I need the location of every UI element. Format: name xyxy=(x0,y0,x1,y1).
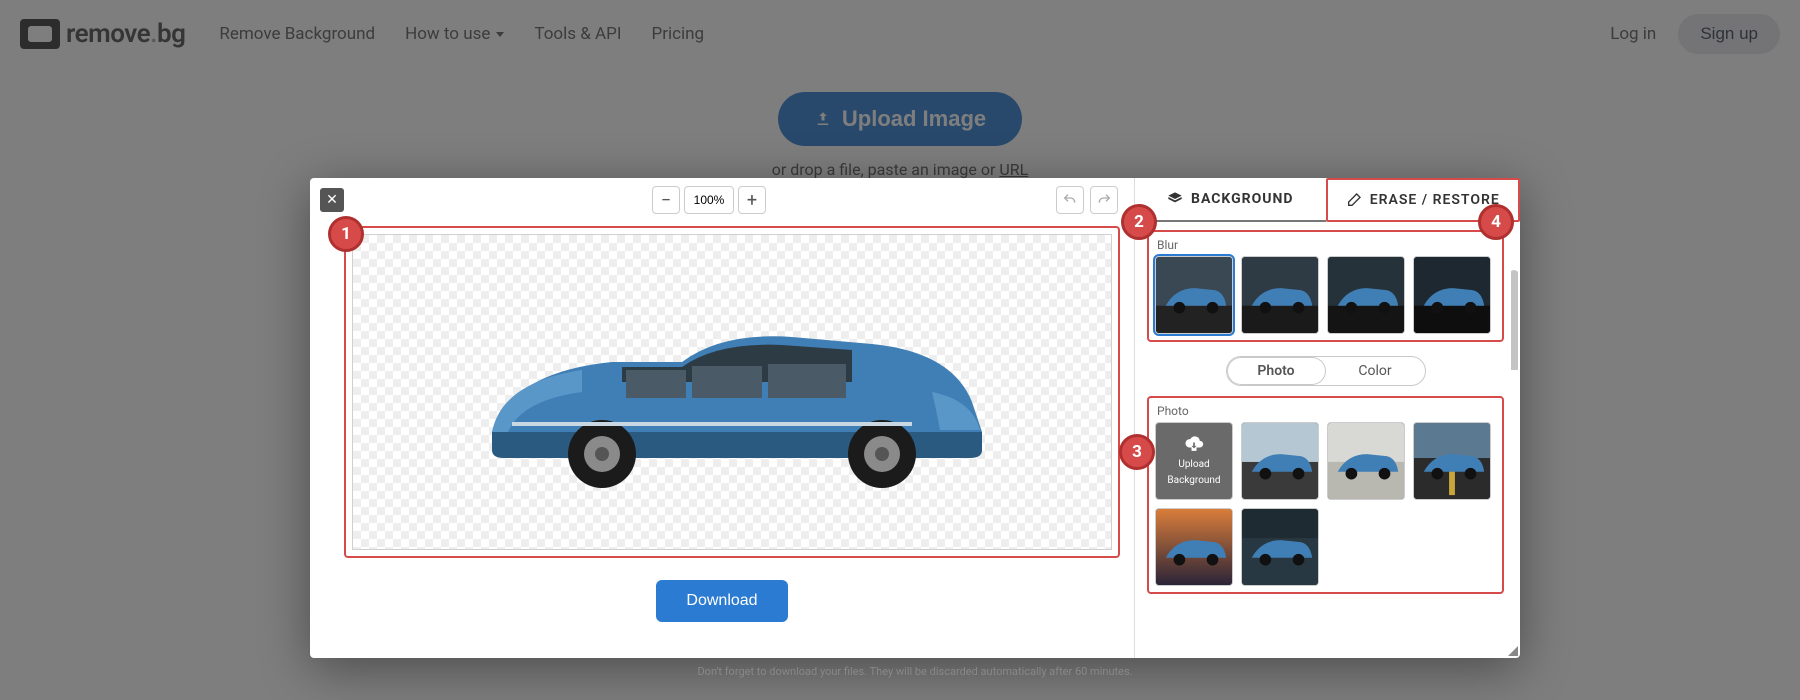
blur-thumb-1[interactable] xyxy=(1155,256,1233,334)
blur-thumbs xyxy=(1155,256,1496,334)
upload-background-thumb[interactable]: Upload Background xyxy=(1155,422,1233,500)
blur-thumb-4[interactable] xyxy=(1413,256,1491,334)
upload-cloud-icon xyxy=(1184,435,1204,455)
annotation-marker-1: 1 xyxy=(328,216,364,252)
annotation-marker-2: 2 xyxy=(1121,204,1157,240)
bg-type-segment: Photo Color xyxy=(1226,356,1426,386)
photo-thumb-1[interactable] xyxy=(1241,422,1319,500)
annotation-marker-3: 3 xyxy=(1119,434,1155,470)
layers-icon xyxy=(1167,191,1183,207)
blur-label: Blur xyxy=(1157,238,1496,252)
panel-scroll: Blur Photo Color Photo xyxy=(1135,222,1520,658)
editor-toolbar: ✕ − + xyxy=(310,178,1134,222)
zoom-controls: − + xyxy=(652,186,766,214)
photo-thumbs: Upload Background xyxy=(1155,422,1496,586)
tab-erase-label: ERASE / RESTORE xyxy=(1370,192,1500,208)
photo-label: Photo xyxy=(1157,404,1496,418)
photo-thumb-3[interactable] xyxy=(1413,422,1491,500)
zoom-out-button[interactable]: − xyxy=(652,186,680,214)
tab-background[interactable]: BACKGROUND xyxy=(1135,178,1326,222)
blur-section: Blur xyxy=(1147,230,1504,342)
canvas-checkerboard xyxy=(352,234,1112,550)
minus-icon: − xyxy=(661,190,671,211)
eraser-icon xyxy=(1346,192,1362,208)
plus-icon: + xyxy=(747,190,757,211)
footer-note: Don't forget to download your files. The… xyxy=(697,665,1132,678)
blur-thumb-2[interactable] xyxy=(1241,256,1319,334)
undo-icon xyxy=(1062,192,1078,208)
photo-thumb-5[interactable] xyxy=(1241,508,1319,586)
editor-tabs: BACKGROUND ERASE / RESTORE xyxy=(1135,178,1520,222)
upload-bg-line1: Upload xyxy=(1178,459,1209,471)
photo-section: Photo Upload Background xyxy=(1147,396,1504,594)
close-icon: ✕ xyxy=(326,192,338,208)
history-controls xyxy=(1056,186,1118,214)
canvas-area[interactable] xyxy=(344,226,1120,558)
undo-button[interactable] xyxy=(1056,186,1084,214)
editor-modal: ✕ − + xyxy=(310,178,1520,658)
resize-handle-icon[interactable] xyxy=(1508,646,1518,656)
close-button[interactable]: ✕ xyxy=(320,188,344,212)
scrollbar[interactable] xyxy=(1509,270,1519,490)
editor-left-pane: ✕ − + xyxy=(310,178,1134,658)
tab-background-label: BACKGROUND xyxy=(1191,191,1293,207)
zoom-input[interactable] xyxy=(684,186,734,214)
annotation-marker-4: 4 xyxy=(1478,204,1514,240)
redo-button[interactable] xyxy=(1090,186,1118,214)
upload-bg-line2: Background xyxy=(1167,475,1220,487)
photo-thumb-4[interactable] xyxy=(1155,508,1233,586)
subject-car xyxy=(452,282,1012,502)
blur-thumb-3[interactable] xyxy=(1327,256,1405,334)
photo-thumb-2[interactable] xyxy=(1327,422,1405,500)
segment-color[interactable]: Color xyxy=(1326,357,1425,385)
zoom-in-button[interactable]: + xyxy=(738,186,766,214)
editor-right-pane: BACKGROUND ERASE / RESTORE Blur xyxy=(1134,178,1520,658)
download-button[interactable]: Download xyxy=(656,580,787,622)
segment-photo[interactable]: Photo xyxy=(1227,357,1326,385)
redo-icon xyxy=(1096,192,1112,208)
